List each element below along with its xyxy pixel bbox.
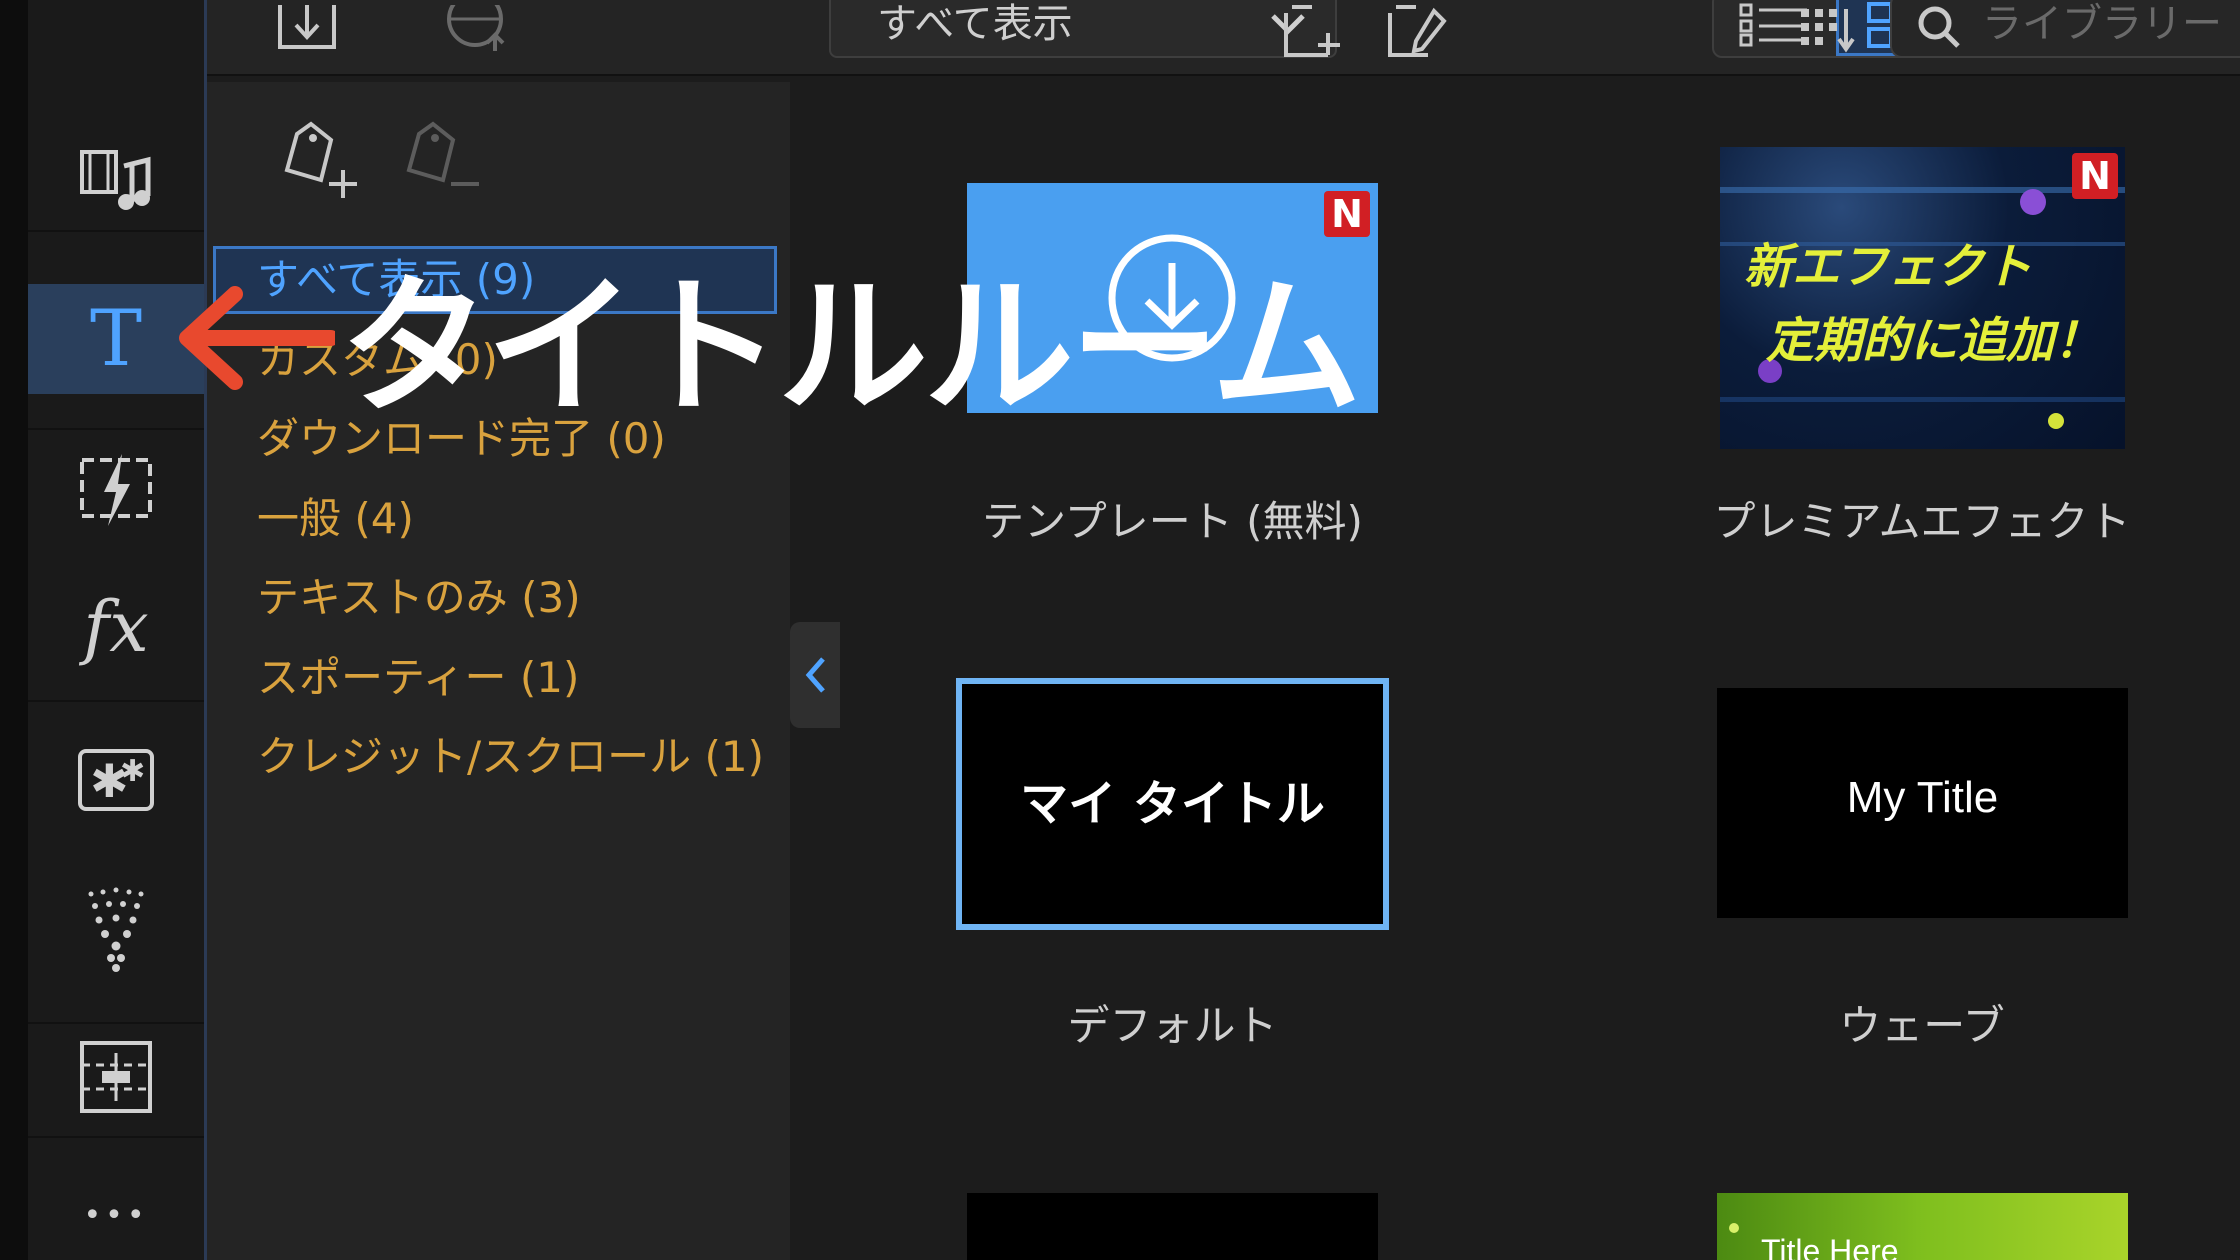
thumbnail-title-text: マイ タイトル [1020, 776, 1325, 832]
bullet-dot [1729, 1223, 1739, 1233]
bokeh-dot [2020, 189, 2046, 215]
spray-icon [88, 887, 144, 972]
import-button[interactable] [267, 0, 347, 60]
modify-button[interactable] [1377, 0, 1457, 60]
filter-select[interactable]: すべて表示 [829, 0, 1337, 58]
add-tag-button[interactable] [281, 120, 371, 204]
media-music-icon [80, 150, 151, 210]
window-edge [0, 0, 28, 1260]
tag-item-text-only[interactable]: テキストのみ (3) [257, 570, 581, 626]
effect-room-button[interactable]: fx [28, 572, 204, 682]
light-streak [1720, 397, 2125, 402]
sidebar-divider [28, 428, 204, 430]
particle-icon: ✱ ✱ [78, 749, 154, 811]
light-streak [1720, 187, 2125, 193]
sidebar-divider [28, 230, 204, 232]
wave-title-thumbnail[interactable]: My Title [1717, 688, 2128, 918]
library-toolbar: すべて表示 ライブラリー [207, 0, 2240, 76]
filter-select-value: すべて表示 [877, 1, 1073, 47]
globe-download-icon [447, 5, 505, 51]
title-here-thumbnail[interactable]: Title Here [1717, 1193, 2128, 1260]
promo-line-2: 定期的に追加！ [1766, 313, 2103, 369]
particle-room-button[interactable]: ✱ ✱ [28, 725, 204, 835]
search-placeholder: ライブラリー [1982, 1, 2222, 47]
grid-caption: プレミアムエフェクト [1713, 497, 2131, 546]
more-rooms-button[interactable]: ••• [28, 1170, 204, 1260]
grid-caption: テンプレート (無料) [982, 497, 1363, 546]
new-badge: N [1324, 191, 1370, 237]
effects-fx-icon: fx [83, 586, 149, 668]
thumbnail-title-text: Title Here [1761, 1233, 1899, 1260]
title-room-icon: T [89, 294, 143, 384]
grid-caption: デフォルト [1067, 1001, 1278, 1050]
subtitle-icon [80, 1041, 152, 1113]
sidebar-divider [28, 1136, 204, 1138]
subtitle-room-button[interactable] [28, 1022, 204, 1132]
tag-item-general[interactable]: 一般 (4) [257, 491, 414, 547]
delete-tag-icon [406, 121, 479, 186]
chevron-left-icon [805, 657, 825, 693]
more-icon: ••• [83, 1197, 149, 1233]
bokeh-dot [2048, 413, 2064, 429]
media-room-button[interactable] [28, 126, 204, 236]
spray-room-button[interactable] [28, 874, 204, 984]
new-badge: N [2072, 153, 2118, 199]
premium-effect-thumbnail[interactable]: 新エフェクト 定期的に追加！ N [1720, 147, 2125, 449]
annotation-arrow-icon [179, 286, 335, 390]
edit-clip-icon [1388, 5, 1447, 57]
default-title-thumbnail[interactable]: マイ タイトル [956, 678, 1389, 930]
thumbnail-title-text: My Title [1846, 773, 1999, 822]
download-content-button[interactable] [437, 0, 517, 60]
promo-line-1: 新エフェクト [1744, 239, 2033, 295]
svg-text:✱: ✱ [120, 754, 145, 789]
room-sidebar: T fx ✱ ✱ ••• [28, 0, 207, 1260]
sort-icon [1801, 9, 1855, 53]
tag-item-credits-scroll[interactable]: クレジット/スクロール (1) [257, 729, 764, 785]
add-to-track-button[interactable] [1273, 0, 1353, 60]
sort-button[interactable] [1787, 0, 1867, 60]
sidebar-divider [28, 700, 204, 702]
insert-clip-icon [1284, 5, 1340, 57]
tag-item-sporty[interactable]: スポーティー (1) [257, 650, 579, 706]
transition-icon [80, 454, 152, 526]
add-tag-icon [284, 121, 357, 198]
delete-tag-button[interactable] [403, 120, 493, 204]
transition-room-button[interactable] [28, 435, 204, 545]
title-thumbnail[interactable] [967, 1193, 1378, 1260]
collapse-panel-button[interactable] [790, 622, 840, 728]
import-media-icon [278, 5, 336, 49]
annotation-title-room-label: タイトルルーム [340, 261, 1362, 435]
library-search-input[interactable]: ライブラリー [1890, 0, 2240, 58]
grid-caption: ウェーブ [1839, 1001, 2005, 1050]
search-icon [1918, 6, 1960, 48]
